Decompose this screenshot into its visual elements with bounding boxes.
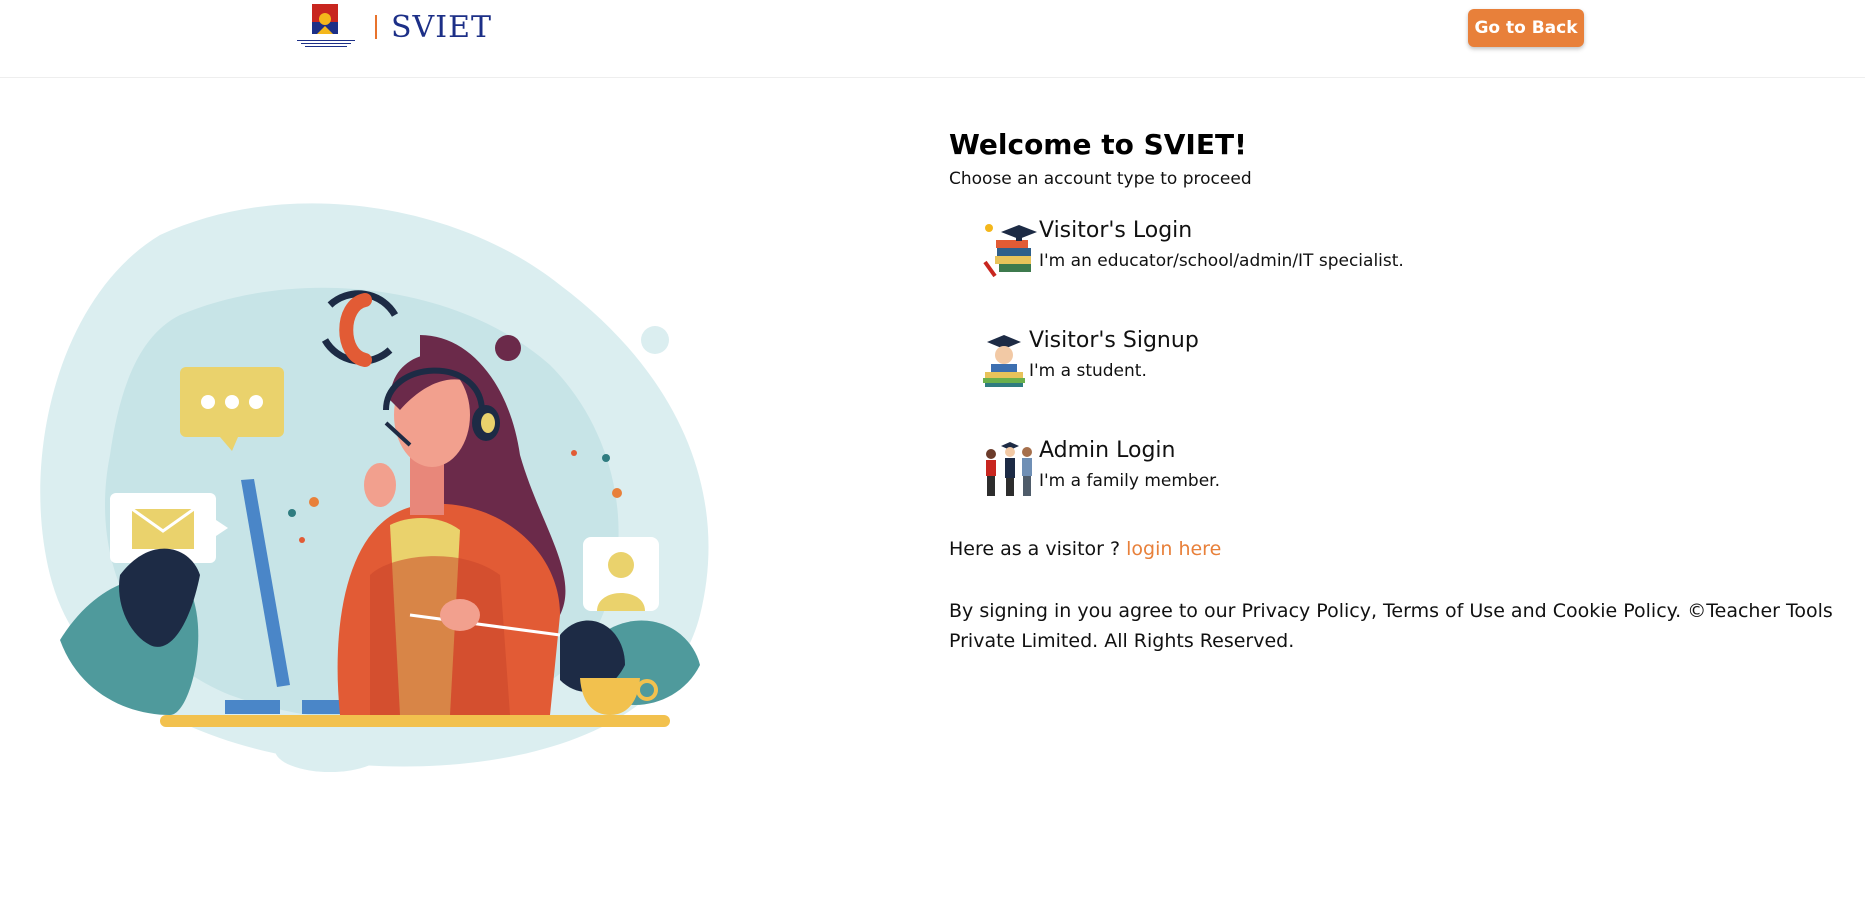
student-reading-icon xyxy=(983,335,1025,387)
legal-notice: By signing in you agree to our Privacy P… xyxy=(949,600,1833,652)
go-back-button[interactable]: Go to Back xyxy=(1468,9,1584,47)
page-subtitle: Choose an account type to proceed xyxy=(949,169,1252,189)
visitor-prompt-text: Here as a visitor ? xyxy=(949,538,1121,560)
logo-text: SVIET xyxy=(391,9,492,45)
option-title: Admin Login xyxy=(1039,438,1176,463)
logo-divider xyxy=(375,15,377,39)
crest-icon xyxy=(297,4,355,47)
customer-support-illustration xyxy=(40,203,709,772)
option-text: Visitor's Login I'm an educator/school/a… xyxy=(1039,218,1404,271)
visitor-prompt: Here as a visitor ? login here xyxy=(949,538,1221,560)
books-graduation-cap-icon xyxy=(983,224,1037,278)
option-text: Visitor's Signup I'm a student. xyxy=(1029,328,1199,381)
option-admin-login[interactable]: Admin Login I'm a family member. xyxy=(979,438,1220,500)
option-visitor-signup[interactable]: Visitor's Signup I'm a student. xyxy=(979,328,1199,390)
option-text: Admin Login I'm a family member. xyxy=(1039,438,1220,491)
top-header: SVIET Go to Back xyxy=(0,0,1865,78)
family-icon xyxy=(986,442,1032,496)
option-visitor-login[interactable]: Visitor's Login I'm an educator/school/a… xyxy=(979,218,1404,280)
account-type-panel: Welcome to SVIET! Choose an account type… xyxy=(949,128,1849,652)
option-title: Visitor's Login xyxy=(1039,218,1193,243)
option-description: I'm an educator/school/admin/IT speciali… xyxy=(1039,251,1404,271)
visitor-login-link[interactable]: login here xyxy=(1126,538,1221,560)
option-description: I'm a student. xyxy=(1029,361,1147,381)
sviet-logo[interactable]: SVIET xyxy=(293,2,492,52)
option-title: Visitor's Signup xyxy=(1029,328,1199,353)
page-title: Welcome to SVIET! xyxy=(949,128,1247,161)
option-description: I'm a family member. xyxy=(1039,471,1221,491)
